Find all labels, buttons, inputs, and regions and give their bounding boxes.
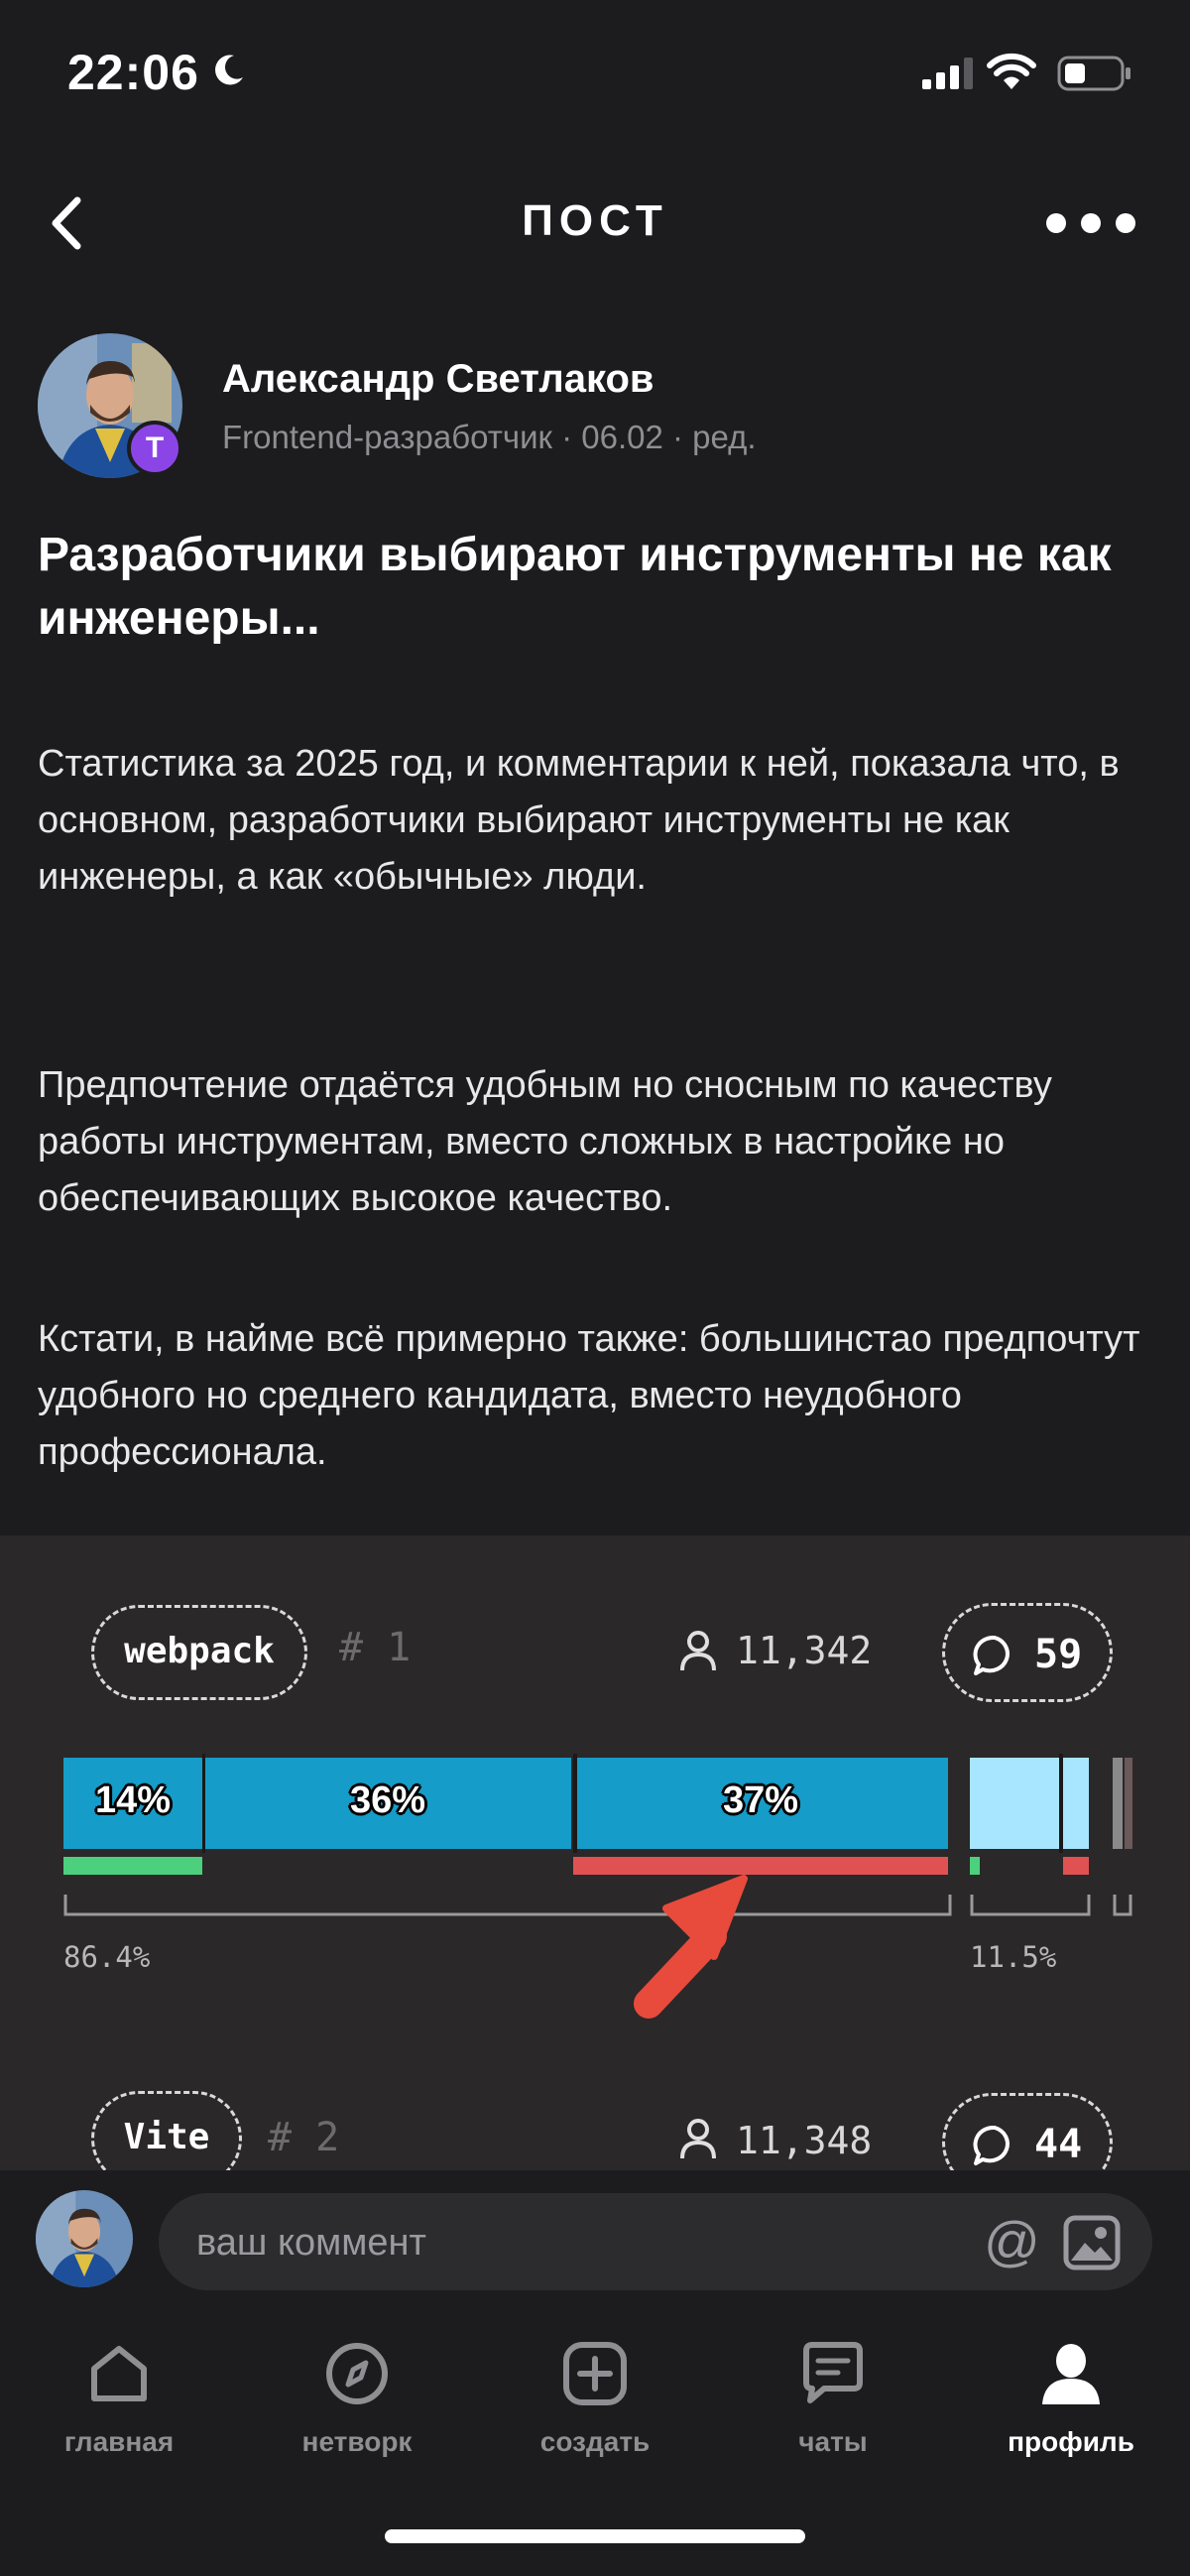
more-icon[interactable] xyxy=(1041,198,1140,248)
profile-icon xyxy=(1042,2344,1100,2404)
home-indicator[interactable] xyxy=(385,2529,805,2543)
tool-rank: # 1 xyxy=(339,1625,412,1670)
tab-network[interactable]: нетворк xyxy=(278,2339,436,2458)
tab-home[interactable]: главная xyxy=(40,2339,198,2458)
tab-chats[interactable]: чаты xyxy=(754,2339,912,2458)
compass-icon xyxy=(326,2343,388,2404)
tab-label: чаты xyxy=(798,2426,868,2457)
comment-icon xyxy=(973,2125,1010,2165)
author-badge: Т xyxy=(127,421,182,476)
range-brackets xyxy=(63,1895,1132,1916)
tool-comment-count: 59 xyxy=(1034,1632,1083,1677)
image-icon[interactable] xyxy=(1063,2215,1121,2270)
status-time: 22:06 xyxy=(67,45,199,100)
positive-strip xyxy=(63,1857,202,1875)
bar-segment xyxy=(1125,1758,1132,1849)
bar-segment xyxy=(1113,1758,1123,1849)
bar-label: 14% xyxy=(94,1779,172,1821)
tab-label: главная xyxy=(63,2426,175,2457)
my-avatar[interactable] xyxy=(36,2190,133,2287)
bar-label: 37% xyxy=(722,1779,799,1821)
moon-icon xyxy=(215,55,243,85)
tab-label: профиль xyxy=(1008,2426,1134,2457)
comment-icon xyxy=(973,1635,1010,1675)
negative-strip xyxy=(1063,1857,1089,1875)
tool-users: 11,342 xyxy=(736,1629,873,1672)
right-percent: 11.5% xyxy=(970,1940,1057,1974)
tab-profile[interactable]: профиль xyxy=(992,2339,1150,2458)
author-name[interactable]: Александр Светлаков xyxy=(222,357,654,402)
tab-label: нетворк xyxy=(301,2426,413,2457)
home-icon xyxy=(91,2346,147,2401)
red-arrow-icon xyxy=(634,1875,748,2019)
tool-users: 11,348 xyxy=(736,2119,873,2162)
comment-input[interactable] xyxy=(196,2215,990,2270)
plus-square-icon xyxy=(563,2342,627,2405)
nav-header: ПОСТ xyxy=(0,169,1190,278)
chat-icon xyxy=(803,2342,863,2403)
battery-icon xyxy=(1057,56,1130,91)
post-paragraph: Предпочтение отдаётся удобным но сносным… xyxy=(38,1064,1052,1219)
user-icon xyxy=(680,2119,716,2159)
page-title: ПОСТ xyxy=(522,196,668,245)
tool-rank: # 2 xyxy=(268,2115,340,2160)
bar-segment xyxy=(970,1758,1059,1849)
mention-icon[interactable]: @ xyxy=(984,2209,1040,2273)
tool-tag: webpack xyxy=(91,1605,307,1700)
tool-comments: 59 xyxy=(942,1603,1113,1702)
post-paragraph: Кстати, в найме всё примерно также: боль… xyxy=(38,1318,1140,1473)
tab-label: создать xyxy=(539,2426,651,2457)
wifi-icon xyxy=(987,53,1036,89)
bar-segment xyxy=(1063,1758,1089,1849)
comment-field[interactable]: @ xyxy=(159,2193,1152,2290)
author-meta: Frontend-разработчик · 06.02 · ред. xyxy=(222,419,757,455)
left-percent: 86.4% xyxy=(63,1940,151,1974)
tab-create[interactable]: создать xyxy=(516,2339,674,2458)
positive-strip xyxy=(970,1857,980,1875)
post-title: Разработчики выбирают инструменты не как… xyxy=(38,529,1112,645)
post-paragraph: Статистика за 2025 год, и комментарии к … xyxy=(38,743,1120,898)
bar-label: 36% xyxy=(349,1779,426,1821)
signal-icon xyxy=(922,58,973,89)
status-bar: 22:06 xyxy=(0,0,1190,149)
user-icon xyxy=(680,1631,716,1671)
comment-bar: @ xyxy=(0,2170,1190,2319)
tool-comment-count: 44 xyxy=(1034,2122,1083,2167)
